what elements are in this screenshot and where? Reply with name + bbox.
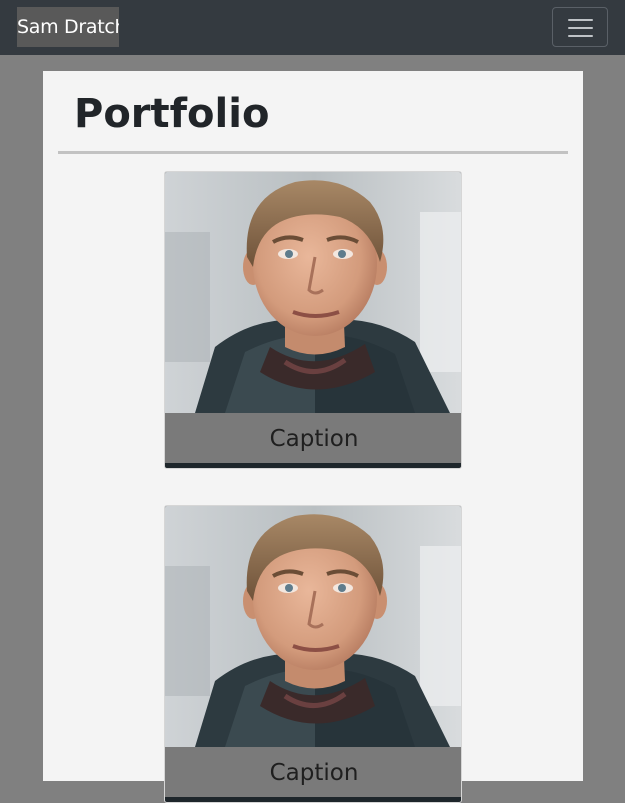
portfolio-card[interactable]: Caption <box>164 171 462 469</box>
portfolio-card[interactable]: Caption <box>164 505 462 803</box>
title-divider <box>58 151 568 154</box>
navbar-toggler-button[interactable] <box>552 7 608 47</box>
portrait-photo <box>165 506 462 747</box>
page-title: Portfolio <box>74 91 270 137</box>
top-navbar: Sam Dratch <box>0 0 625 55</box>
card-caption: Caption <box>165 413 461 463</box>
navbar-brand[interactable]: Sam Dratch <box>17 7 119 47</box>
content-panel: Portfolio Caption Caption <box>43 71 583 803</box>
card-caption: Caption <box>165 747 461 797</box>
portrait-photo <box>165 172 462 413</box>
